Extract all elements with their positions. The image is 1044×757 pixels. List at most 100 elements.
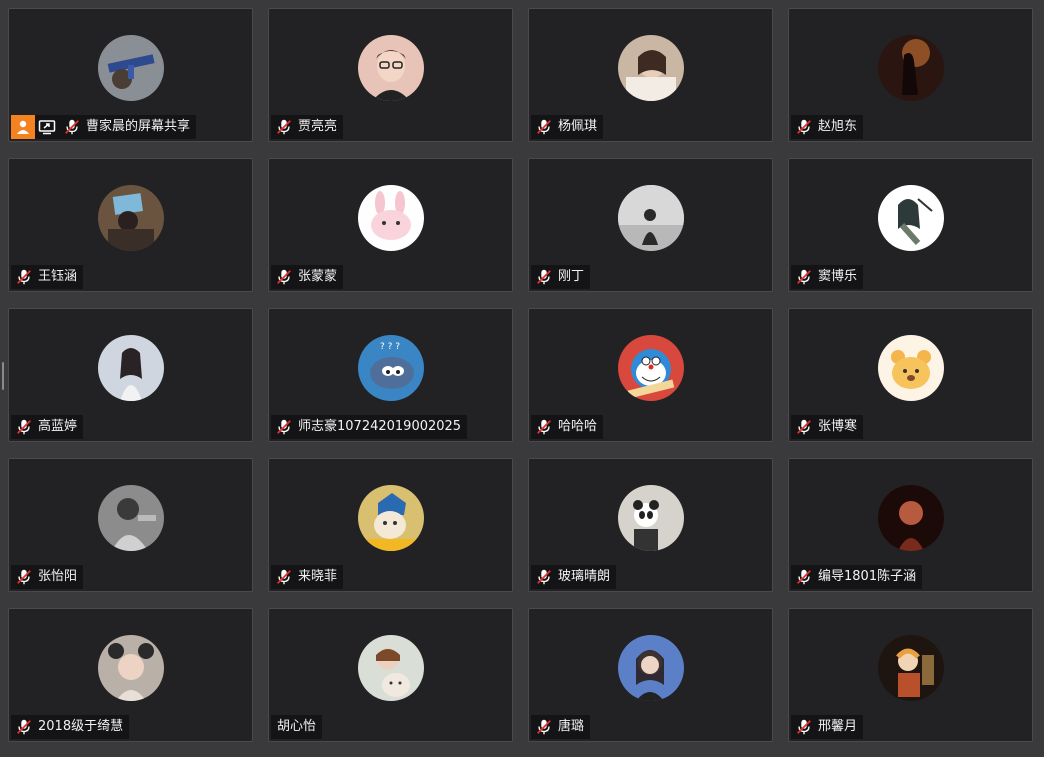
participant-tile[interactable]: 张博寒 (788, 308, 1033, 442)
silhouette-icon (617, 185, 684, 251)
participant-tile[interactable]: 胡心怡 (268, 608, 513, 742)
participant-tile[interactable]: 曹家晨的屏幕共享 (8, 8, 253, 142)
participant-name: 编导1801陈子涵 (818, 569, 917, 584)
participant-name: 胡心怡 (277, 719, 317, 734)
participant-tile[interactable]: 张蒙蒙 (268, 158, 513, 292)
mic-muted-icon (273, 115, 295, 139)
mic-muted-icon (13, 565, 35, 589)
name-bar: 师志豪107242019002025 (271, 415, 468, 439)
name-bar: 张蒙蒙 (271, 265, 344, 289)
participant-name: 玻璃晴朗 (558, 569, 611, 584)
pink-bunny-icon (357, 185, 424, 251)
participant-name: 窦博乐 (818, 269, 858, 284)
mic-muted-icon (533, 115, 555, 139)
participant-tile[interactable]: 2018级于绮慧 (8, 608, 253, 742)
participant-tile[interactable]: 窦博乐 (788, 158, 1033, 292)
participant-tile[interactable]: 王钰涵 (8, 158, 253, 292)
mic-muted-icon (273, 415, 295, 439)
mic-muted-icon (533, 715, 555, 739)
screen-share-icon (35, 115, 59, 139)
host-icon (11, 115, 35, 139)
participant-name: 师志豪107242019002025 (298, 419, 462, 434)
svg-text:? ? ?: ? ? ? (380, 342, 400, 352)
mic-muted-icon (13, 415, 35, 439)
name-bar: 玻璃晴朗 (531, 565, 617, 589)
mic-muted-icon (533, 415, 555, 439)
name-bar: 王钰涵 (11, 265, 84, 289)
name-bar: 张怡阳 (11, 565, 84, 589)
mic-muted-icon (13, 715, 35, 739)
cartoon-man-icon (357, 35, 424, 101)
participant-tile[interactable]: 编导1801陈子涵 (788, 458, 1033, 592)
name-bar: 哈哈哈 (531, 415, 604, 439)
participant-tile[interactable]: 张怡阳 (8, 458, 253, 592)
participant-tile[interactable]: ? ? ? 师志豪107242019002025 (268, 308, 513, 442)
mic-muted-icon (793, 715, 815, 739)
name-bar: 高蓝婷 (11, 415, 84, 439)
participant-name: 高蓝婷 (38, 419, 78, 434)
participant-tile[interactable]: 唐璐 (528, 608, 773, 742)
name-bar: 曹家晨的屏幕共享 (11, 115, 197, 139)
participant-name: 刚丁 (558, 269, 585, 284)
name-bar: 胡心怡 (271, 715, 323, 739)
group-photo-icon (97, 185, 164, 251)
mouse-ears-photo-icon (97, 635, 164, 701)
doraemon-icon (617, 335, 684, 401)
pooh-bear-icon (877, 335, 944, 401)
mic-muted-icon (273, 565, 295, 589)
name-bar: 刚丁 (531, 265, 591, 289)
participant-tile[interactable]: 赵旭东 (788, 8, 1033, 142)
mic-muted-icon (61, 115, 83, 139)
anime-girl-icon (877, 185, 944, 251)
participant-tile[interactable]: 来晓菲 (268, 458, 513, 592)
participant-name: 张博寒 (818, 419, 858, 434)
participant-tile[interactable]: 玻璃晴朗 (528, 458, 773, 592)
name-bar: 贾亮亮 (271, 115, 344, 139)
participant-name: 唐璐 (558, 719, 585, 734)
mic-muted-icon (13, 265, 35, 289)
participant-name: 张蒙蒙 (298, 269, 338, 284)
cartoon-cat-icon (357, 485, 424, 551)
participant-name: 邢馨月 (818, 719, 858, 734)
girl-blue-photo-icon (617, 635, 684, 701)
participant-name: 哈哈哈 (558, 419, 598, 434)
participant-tile[interactable]: 邢馨月 (788, 608, 1033, 742)
participant-tile[interactable]: 哈哈哈 (528, 308, 773, 442)
woman-photo-icon (97, 335, 164, 401)
mic-muted-icon (793, 265, 815, 289)
person-grey-icon (97, 485, 164, 551)
tom-cat-icon: ? ? ? (357, 335, 424, 401)
participant-name: 2018级于绮慧 (38, 719, 124, 734)
participant-tile[interactable]: 杨佩琪 (528, 8, 773, 142)
name-bar: 邢馨月 (791, 715, 864, 739)
mic-muted-icon (793, 565, 815, 589)
mic-muted-icon (793, 115, 815, 139)
girl-cat-photo-icon (357, 635, 424, 701)
gun-photo-icon (97, 35, 164, 101)
mic-muted-icon (793, 415, 815, 439)
name-bar: 编导1801陈子涵 (791, 565, 923, 589)
participant-name: 贾亮亮 (298, 119, 338, 134)
mic-muted-icon (533, 265, 555, 289)
participant-name: 来晓菲 (298, 569, 338, 584)
participant-grid: 曹家晨的屏幕共享 贾亮亮 杨佩琪 赵旭东王钰涵 张蒙蒙 刚丁 窦博乐高蓝婷 ? ? ? 师志豪1… (0, 0, 1044, 757)
mic-muted-icon (273, 265, 295, 289)
participant-name: 王钰涵 (38, 269, 78, 284)
name-bar: 窦博乐 (791, 265, 864, 289)
red-portrait-icon (877, 485, 944, 551)
participant-tile[interactable]: 刚丁 (528, 158, 773, 292)
mic-muted-icon (533, 565, 555, 589)
dark-figure-icon (877, 35, 944, 101)
name-bar: 唐璐 (531, 715, 591, 739)
participant-tile[interactable]: 贾亮亮 (268, 8, 513, 142)
anime-figure-icon (877, 635, 944, 701)
resize-handle[interactable] (2, 362, 4, 390)
panda-photo-icon (617, 485, 684, 551)
girl-photo-icon (617, 35, 684, 101)
name-bar: 赵旭东 (791, 115, 864, 139)
participant-name: 曹家晨的屏幕共享 (86, 119, 191, 134)
participant-name: 赵旭东 (818, 119, 858, 134)
name-bar: 来晓菲 (271, 565, 344, 589)
participant-name: 张怡阳 (38, 569, 78, 584)
participant-tile[interactable]: 高蓝婷 (8, 308, 253, 442)
